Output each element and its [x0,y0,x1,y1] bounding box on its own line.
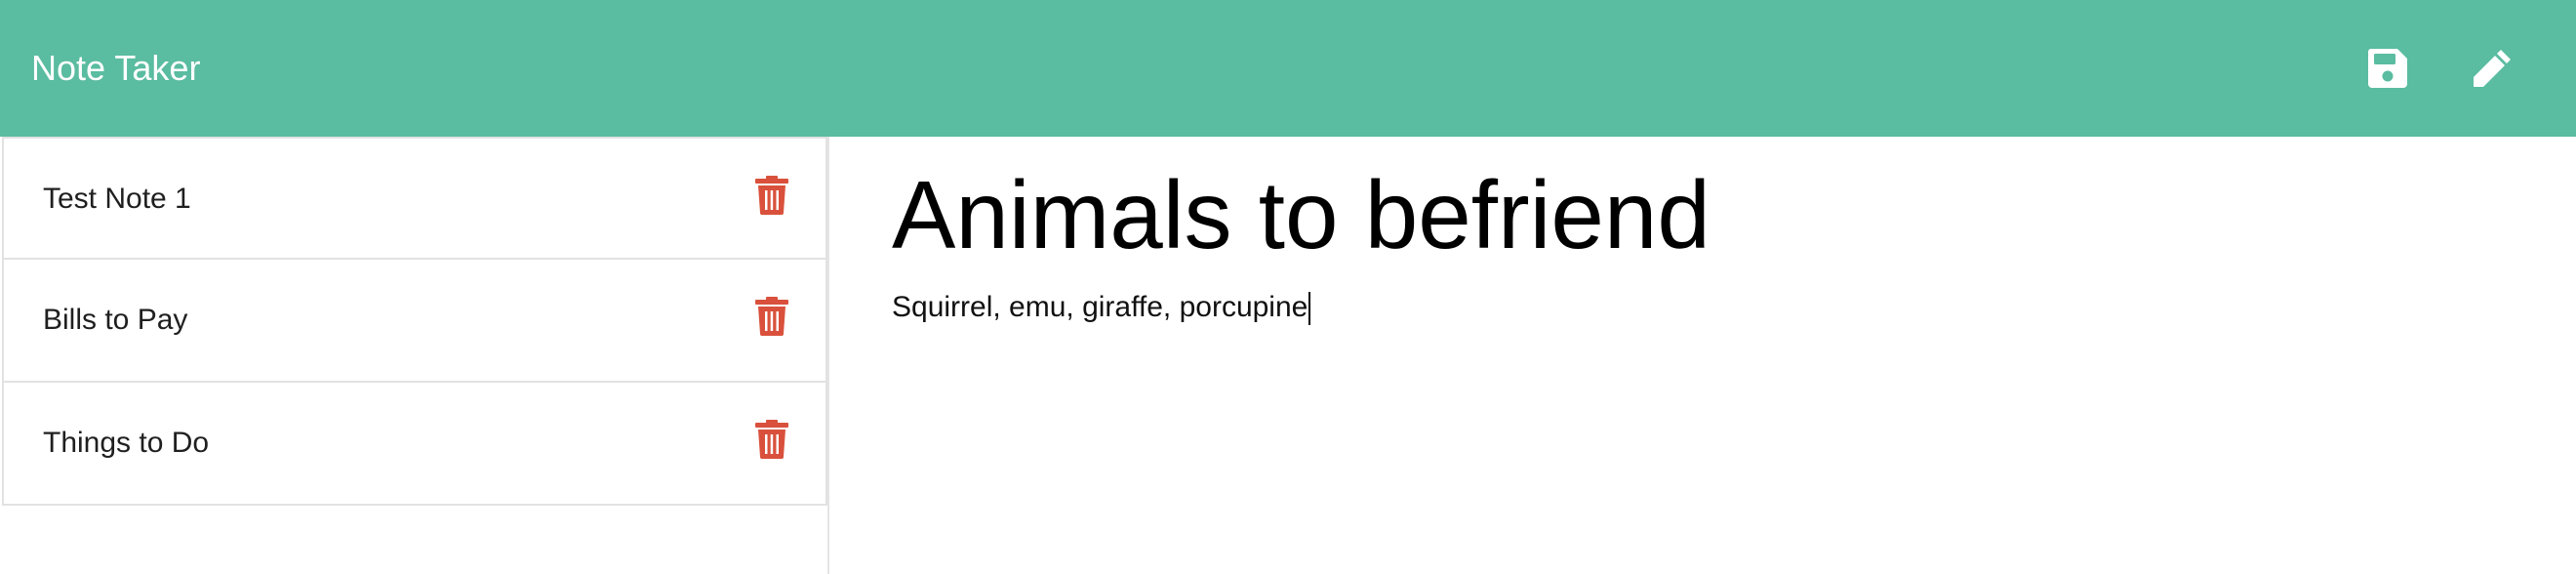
pencil-icon[interactable] [2469,45,2516,92]
note-list-item[interactable]: Bills to Pay [2,260,827,383]
note-list-item[interactable]: Test Note 1 [2,137,827,260]
trash-icon[interactable] [755,176,788,215]
note-item-title: Things to Do [43,427,210,459]
note-body-text: Squirrel, emu, giraffe, porcupine [892,291,1308,323]
note-item-title: Test Note 1 [43,183,191,215]
save-icon[interactable] [2364,45,2411,92]
note-list: Test Note 1 Bills to Pay Things to Do [0,137,827,506]
note-body-textarea[interactable]: Squirrel, emu, giraffe, porcupine [892,291,1311,326]
note-title-input[interactable] [892,156,2531,273]
text-cursor [1308,292,1311,326]
app-title[interactable]: Note Taker [31,0,200,137]
trash-icon[interactable] [755,420,788,459]
trash-icon[interactable] [755,297,788,336]
notes-sidebar: Test Note 1 Bills to Pay Things to Do [0,137,829,574]
app-header: Note Taker [0,0,2576,137]
note-editor: Squirrel, emu, giraffe, porcupine [831,137,2576,574]
note-item-title: Bills to Pay [43,304,188,336]
note-list-item[interactable]: Things to Do [2,383,827,506]
